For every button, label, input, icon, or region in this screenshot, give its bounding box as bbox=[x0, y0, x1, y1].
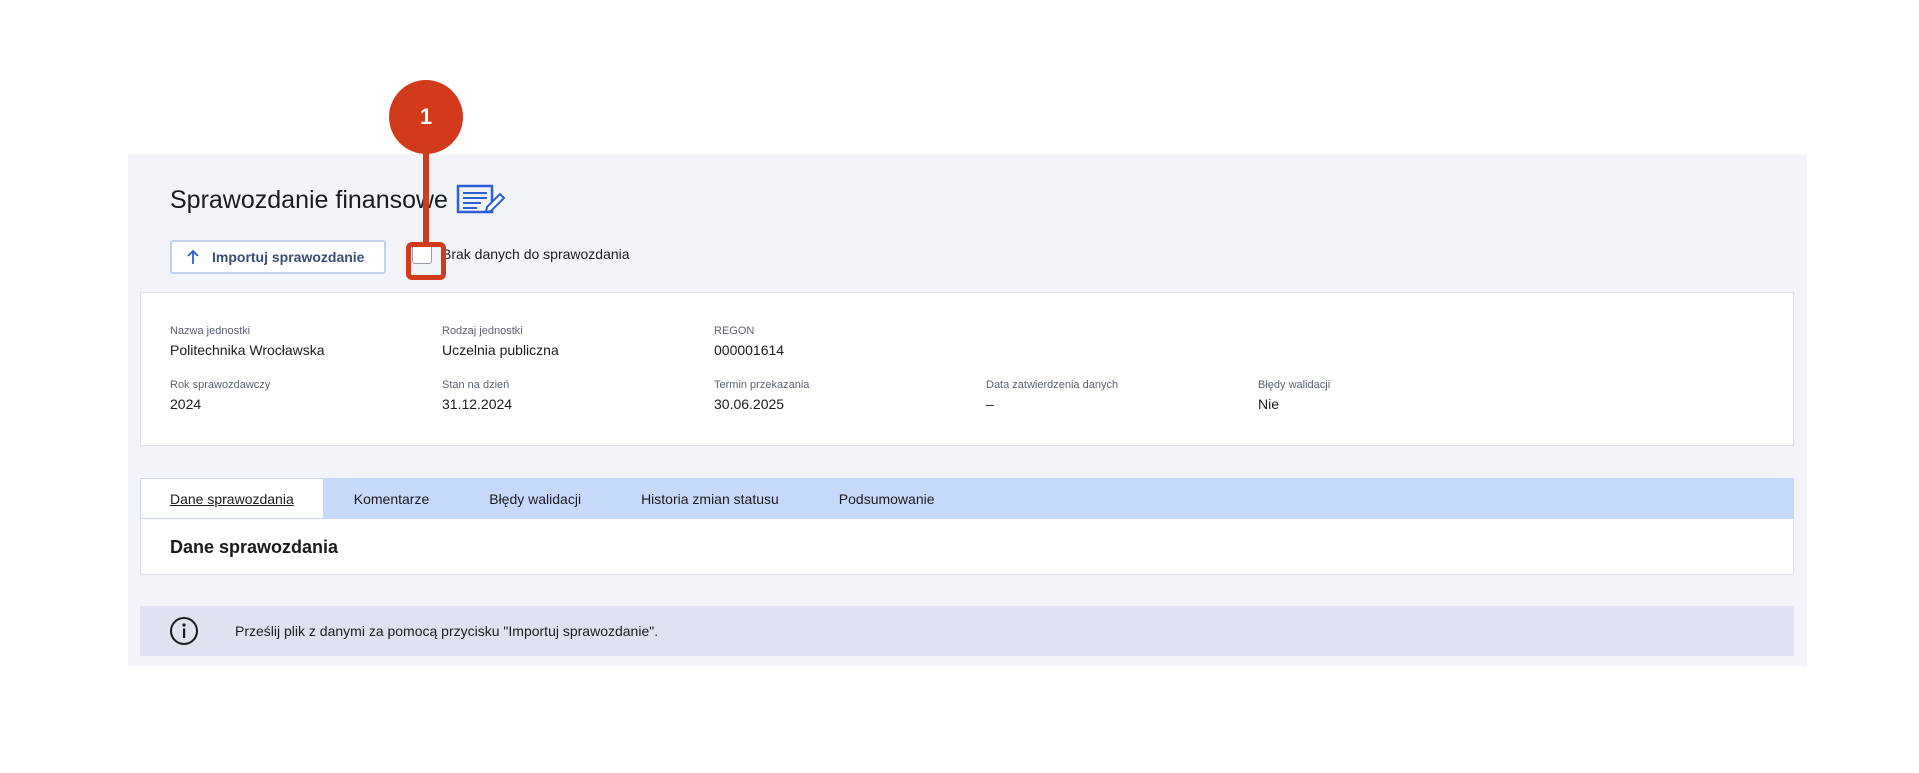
field-regon: REGON 000001614 bbox=[714, 325, 784, 358]
field-value: 30.06.2025 bbox=[714, 396, 785, 412]
field-label: Data zatwierdzenia danych bbox=[986, 379, 1119, 391]
field-termin-przekazania: Termin przekazania 30.06.2025 bbox=[714, 379, 809, 412]
callout-highlight-box bbox=[406, 242, 446, 280]
import-button-label: Importuj sprawozdanie bbox=[212, 249, 365, 265]
field-rok-sprawozdawczy: Rok sprawozdawczy 2024 bbox=[170, 379, 270, 412]
tab-historia-zmian-statusu[interactable]: Historia zmian statusu bbox=[611, 478, 809, 519]
page-title: Sprawozdanie finansowe bbox=[170, 185, 448, 214]
tab-dane-sprawozdania[interactable]: Dane sprawozdania bbox=[140, 478, 324, 519]
report-edit-icon[interactable] bbox=[456, 184, 506, 216]
tab-bar: Dane sprawozdania Komentarze Błędy walid… bbox=[140, 478, 1794, 519]
field-value: 000001614 bbox=[714, 342, 785, 358]
field-label: Rok sprawozdawczy bbox=[170, 379, 271, 391]
field-value: Uczelnia publiczna bbox=[442, 342, 559, 358]
tab-komentarze[interactable]: Komentarze bbox=[324, 478, 459, 519]
tab-podsumowanie[interactable]: Podsumowanie bbox=[809, 478, 965, 519]
tab-bledy-walidacji[interactable]: Błędy walidacji bbox=[459, 478, 611, 519]
field-label: Nazwa jednostki bbox=[170, 325, 251, 337]
field-rodzaj-jednostki: Rodzaj jednostki Uczelnia publiczna bbox=[442, 325, 559, 358]
field-value: 31.12.2024 bbox=[442, 396, 513, 412]
field-bledy-walidacji: Błędy walidacji Nie bbox=[1258, 379, 1330, 412]
arrow-up-icon bbox=[186, 249, 200, 265]
field-label: Rodzaj jednostki bbox=[442, 325, 523, 337]
field-data-zatwierdzenia: Data zatwierdzenia danych – bbox=[986, 379, 1118, 412]
notice-text: Prześlij plik z danymi za pomocą przycis… bbox=[235, 623, 659, 639]
field-label: Stan na dzień bbox=[442, 379, 510, 391]
field-stan-na-dzien: Stan na dzień 31.12.2024 bbox=[442, 379, 512, 412]
info-notice: Prześlij plik z danymi za pomocą przycis… bbox=[140, 606, 1794, 656]
field-label: REGON bbox=[714, 325, 755, 337]
field-value: 2024 bbox=[170, 396, 202, 412]
tab-content: Dane sprawozdania bbox=[140, 519, 1794, 575]
section-title: Dane sprawozdania bbox=[170, 537, 339, 557]
callout-connector bbox=[423, 150, 429, 246]
import-report-button[interactable]: Importuj sprawozdanie bbox=[170, 240, 386, 274]
field-value: Nie bbox=[1258, 396, 1280, 412]
title-row: Sprawozdanie finansowe bbox=[170, 184, 506, 216]
callout-number-badge: 1 bbox=[389, 80, 463, 154]
unit-info-card: Nazwa jednostki Politechnika Wrocławska … bbox=[140, 292, 1794, 446]
info-icon bbox=[170, 617, 198, 645]
report-panel: Sprawozdanie finansowe Importuj sprawozd… bbox=[128, 154, 1807, 666]
field-label: Błędy walidacji bbox=[1258, 379, 1331, 391]
field-value: – bbox=[986, 396, 994, 412]
no-data-label: Brak danych do sprawozdania bbox=[442, 246, 630, 262]
field-value: Politechnika Wrocławska bbox=[170, 342, 325, 358]
field-nazwa-jednostki: Nazwa jednostki Politechnika Wrocławska bbox=[170, 325, 325, 358]
field-label: Termin przekazania bbox=[714, 379, 810, 391]
